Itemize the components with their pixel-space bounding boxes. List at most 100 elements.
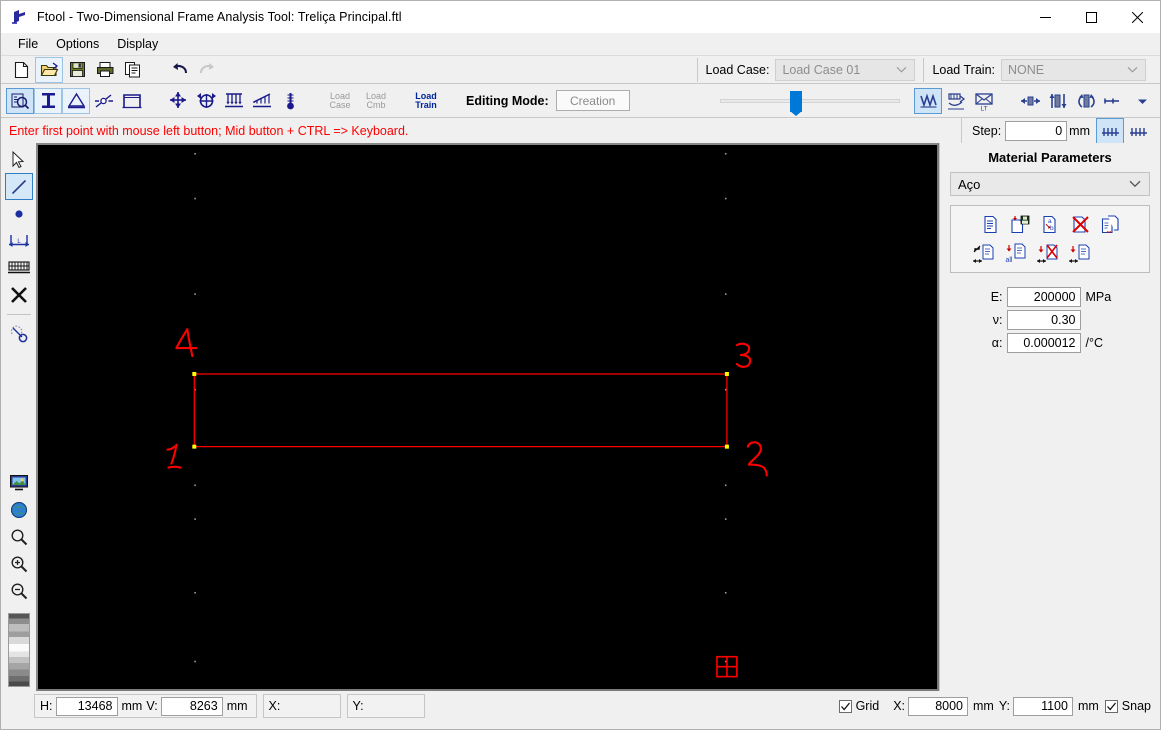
step-ruler-on-button[interactable] xyxy=(1096,118,1124,144)
material-actions-box: a b all xyxy=(950,205,1150,273)
load-train-envelope-button[interactable]: LT xyxy=(971,89,997,113)
fit-window-tool[interactable] xyxy=(6,470,32,495)
undo-button[interactable] xyxy=(166,58,192,82)
load-case-label: Load Case: xyxy=(705,63,770,77)
dimension-tool[interactable]: L xyxy=(6,228,32,253)
grid-label: Grid xyxy=(855,699,880,713)
frame-supports-button[interactable] xyxy=(119,89,145,113)
new-material-button[interactable] xyxy=(977,212,1004,237)
snap-select-tool[interactable] xyxy=(6,321,32,346)
close-button[interactable] xyxy=(1114,1,1160,33)
redo-button[interactable] xyxy=(194,58,220,82)
material-panel-title: Material Parameters xyxy=(988,150,1112,165)
open-file-button[interactable] xyxy=(35,56,63,83)
assign-material-button[interactable] xyxy=(1066,241,1093,266)
chevron-down-icon xyxy=(1127,62,1138,76)
cursor-y-label: Y: xyxy=(352,699,364,713)
fit-world-tool[interactable] xyxy=(6,497,32,522)
load-case-button[interactable]: Load Case xyxy=(322,87,358,115)
thermal-expansion-row: α: 0.000012 /°C xyxy=(940,333,1160,353)
apply-material-bidirectional-button[interactable] xyxy=(970,241,997,266)
new-file-button[interactable] xyxy=(8,58,34,82)
grid-y-field[interactable]: 1100 xyxy=(1012,696,1073,716)
thermal-load-button[interactable] xyxy=(277,89,303,113)
deflection-diagram-button[interactable] xyxy=(1101,89,1127,113)
zoom-scale-slider[interactable] xyxy=(7,613,30,687)
grid-checkbox[interactable] xyxy=(838,699,852,713)
step-ruler-off-button[interactable] xyxy=(1125,119,1151,143)
delete-material-button[interactable] xyxy=(1067,212,1094,237)
youngs-modulus-unit: MPa xyxy=(1085,290,1112,304)
material-actions-row-2: all xyxy=(954,241,1146,266)
load-train-label: Load Train: xyxy=(932,63,995,77)
structure-view[interactable] xyxy=(38,145,937,691)
drawing-canvas[interactable] xyxy=(36,143,939,691)
hint-message: Enter first point with mouse left button… xyxy=(9,123,409,138)
apply-material-all-button[interactable]: all xyxy=(1002,241,1029,266)
thermal-expansion-field[interactable]: 0.000012 xyxy=(1006,333,1081,353)
chevron-down-icon xyxy=(896,62,907,76)
nodal-forces-button[interactable] xyxy=(165,89,191,113)
grid-x-field[interactable]: 8000 xyxy=(908,696,969,716)
load-case-combo[interactable]: Load Case 01 xyxy=(775,59,916,81)
thermal-expansion-label: α: xyxy=(991,336,1003,350)
rename-material-button[interactable]: a b xyxy=(1037,212,1064,237)
results-scale-slider[interactable] xyxy=(720,90,900,116)
load-train-button[interactable]: Load Train xyxy=(408,87,444,115)
minimize-button[interactable] xyxy=(1022,1,1068,33)
load-train-combo[interactable]: NONE xyxy=(1001,59,1146,81)
bending-moment-diagram-button[interactable] xyxy=(1073,89,1099,113)
svg-text:all: all xyxy=(1005,257,1012,264)
create-node-tool[interactable] xyxy=(6,201,32,226)
zoom-in-tool[interactable] xyxy=(6,551,32,576)
load-train-block: Load Train: NONE xyxy=(924,56,1154,84)
h-field[interactable]: 13468 xyxy=(55,696,118,716)
axial-force-diagram-button[interactable] xyxy=(1017,89,1043,113)
linear-load-button[interactable] xyxy=(249,89,275,113)
results-dropdown-button[interactable] xyxy=(1129,89,1155,113)
hinge-button[interactable] xyxy=(91,89,117,113)
menu-display[interactable]: Display xyxy=(108,35,167,53)
copy-button[interactable] xyxy=(120,58,146,82)
v-unit: mm xyxy=(226,699,248,713)
snap-checkbox[interactable] xyxy=(1104,699,1118,713)
support-conditions-button[interactable] xyxy=(62,87,90,114)
cursor-x-label: X: xyxy=(268,699,281,713)
material-parameters-button[interactable] xyxy=(6,87,34,114)
load-case-value: Load Case 01 xyxy=(782,63,861,77)
copy-material-button[interactable] xyxy=(1097,212,1124,237)
delete-tool[interactable] xyxy=(6,282,32,307)
cursor-y-field[interactable] xyxy=(366,696,419,716)
shear-force-diagram-button[interactable] xyxy=(1045,89,1071,113)
zoom-out-tool[interactable] xyxy=(6,578,32,603)
save-material-button[interactable] xyxy=(1007,212,1034,237)
uniform-load-button[interactable] xyxy=(221,89,247,113)
step-input[interactable]: 0 xyxy=(1005,121,1068,141)
grid-ruler-tool[interactable] xyxy=(6,255,32,280)
select-tool[interactable] xyxy=(6,147,32,172)
deformed-shape-button[interactable] xyxy=(943,89,969,113)
v-field[interactable]: 8263 xyxy=(160,696,223,716)
menu-file[interactable]: File xyxy=(9,35,47,53)
load-case-train-group: Load Case: Load Case 01 Load Train: NONE xyxy=(696,56,1160,84)
section-properties-button[interactable] xyxy=(34,87,62,114)
load-combination-button[interactable]: Load Cmb xyxy=(358,87,394,115)
prescribed-displacement-button[interactable] xyxy=(193,89,219,113)
structure-node xyxy=(192,371,197,376)
diagram-results-button[interactable] xyxy=(914,88,942,114)
remove-material-button[interactable] xyxy=(1034,241,1061,266)
cursor-x-field[interactable] xyxy=(283,696,335,716)
create-member-tool[interactable] xyxy=(4,173,33,200)
zoom-tool[interactable] xyxy=(6,524,32,549)
svg-text:b: b xyxy=(1050,225,1054,232)
grid-x-label: X: xyxy=(893,699,906,713)
youngs-modulus-field[interactable]: 200000 xyxy=(1006,287,1081,307)
print-button[interactable] xyxy=(92,58,118,82)
menu-options[interactable]: Options xyxy=(47,35,108,53)
editing-mode-value[interactable]: Creation xyxy=(555,90,630,111)
load-case-button-line2: Case xyxy=(329,99,351,110)
maximize-button[interactable] xyxy=(1068,1,1114,33)
poisson-ratio-field[interactable]: 0.30 xyxy=(1006,310,1081,330)
material-select[interactable]: Aço xyxy=(950,172,1150,196)
save-file-button[interactable] xyxy=(64,58,90,82)
